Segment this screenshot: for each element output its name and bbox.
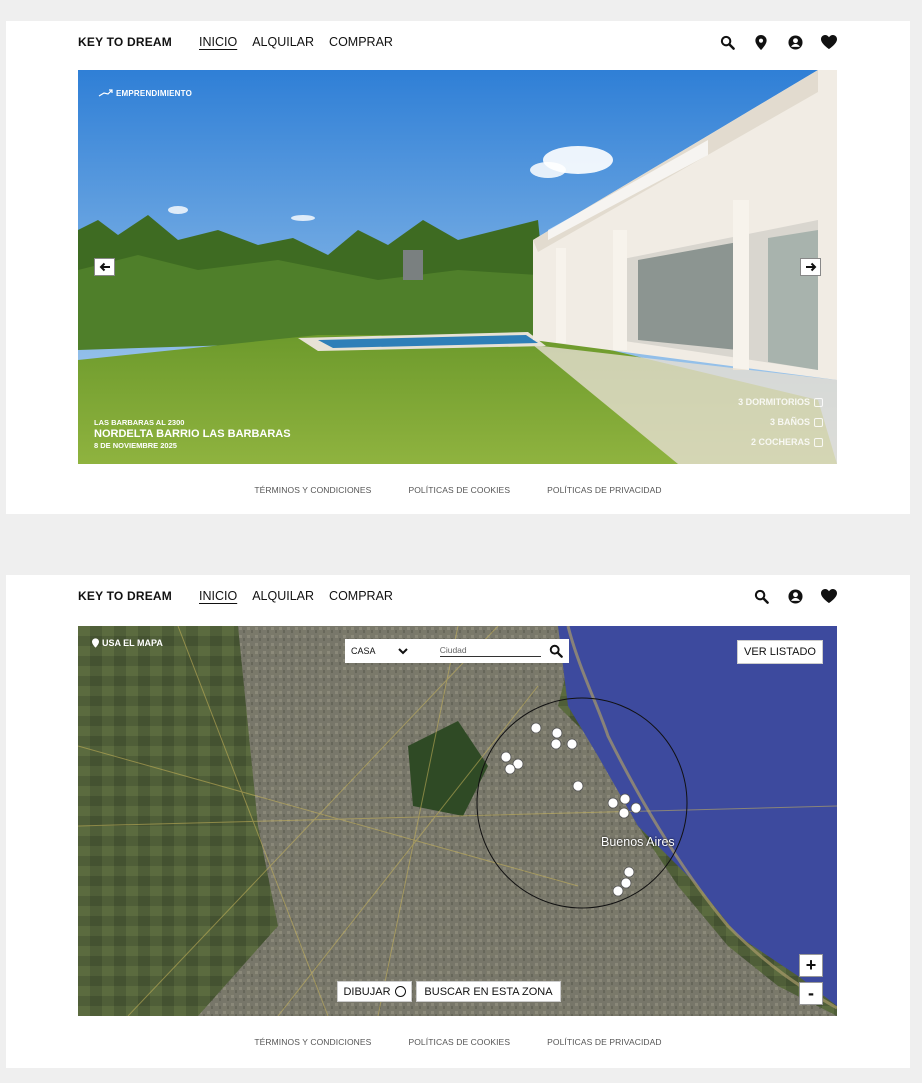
- user-icon[interactable]: [786, 587, 804, 605]
- terms-link[interactable]: TÉRMINOS Y CONDICIONES: [254, 1037, 371, 1047]
- prev-slide-button[interactable]: [94, 258, 115, 276]
- header-icons: [752, 587, 838, 605]
- arrow-left-icon: [99, 262, 110, 272]
- property-date: 8 DE NOVIEMBRE 2025: [94, 441, 177, 450]
- car-icon: [814, 437, 823, 447]
- location-pin-icon: [92, 638, 99, 648]
- property-photo: [78, 70, 837, 464]
- draw-button[interactable]: DIBUJAR: [337, 981, 412, 1002]
- search-icon[interactable]: [752, 587, 770, 605]
- nav-comprar[interactable]: COMPRAR: [329, 35, 393, 49]
- featured-property-slider[interactable]: EMPRENDIMIENTO LAS BARBARAS AL 2300 NORD…: [78, 70, 837, 464]
- heart-icon[interactable]: [820, 587, 838, 605]
- feature-garages: 2 COCHERAS: [738, 432, 823, 452]
- terms-link[interactable]: TÉRMINOS Y CONDICIONES: [254, 485, 371, 495]
- brand-logo[interactable]: KEY TO DREAM: [78, 35, 172, 49]
- search-zone-button[interactable]: BUSCAR EN ESTA ZONA: [416, 981, 561, 1002]
- home-screen-card: KEY TO DREAM INICIO ALQUILAR COMPRAR EMP…: [6, 21, 910, 514]
- arrow-up-right-icon: [98, 89, 113, 97]
- view-list-button[interactable]: VER LISTADO: [737, 640, 823, 664]
- user-icon[interactable]: [786, 33, 804, 51]
- feature-bedrooms: 3 DORMITORIOS: [738, 392, 823, 412]
- city-input[interactable]: Ciudad: [439, 645, 541, 657]
- cookies-link[interactable]: POLÍTICAS DE COOKIES: [408, 485, 510, 495]
- arrow-right-icon: [805, 262, 816, 272]
- property-info: LAS BARBARAS AL 2300 NORDELTA BARRIO LAS…: [94, 418, 291, 450]
- city-label: Buenos Aires: [601, 835, 675, 849]
- chevron-down-icon: [397, 647, 408, 654]
- nav-alquilar[interactable]: ALQUILAR: [252, 589, 314, 603]
- property-features: 3 DORMITORIOS 3 BAÑOS 2 COCHERAS: [738, 392, 823, 452]
- footer-links: TÉRMINOS Y CONDICIONES POLÍTICAS DE COOK…: [6, 485, 910, 495]
- bath-icon: [814, 417, 823, 427]
- nav-comprar[interactable]: COMPRAR: [329, 589, 393, 603]
- project-tag: EMPRENDIMIENTO: [98, 88, 192, 98]
- footer-links: TÉRMINOS Y CONDICIONES POLÍTICAS DE COOK…: [6, 1037, 910, 1047]
- property-type-select[interactable]: CASA: [351, 646, 428, 656]
- search-icon[interactable]: [718, 33, 736, 51]
- heart-icon[interactable]: [820, 33, 838, 51]
- privacy-link[interactable]: POLÍTICAS DE PRIVACIDAD: [547, 1037, 662, 1047]
- main-nav: INICIO ALQUILAR COMPRAR: [199, 35, 393, 49]
- feature-bathrooms: 3 BAÑOS: [738, 412, 823, 432]
- main-nav: INICIO ALQUILAR COMPRAR: [199, 589, 393, 603]
- property-map[interactable]: USA EL MAPA CASA Ciudad VER LISTADO Buen…: [78, 626, 837, 1016]
- circle-icon: [394, 986, 406, 997]
- satellite-map[interactable]: [78, 626, 837, 1016]
- location-pin-icon[interactable]: [752, 33, 770, 51]
- next-slide-button[interactable]: [800, 258, 821, 276]
- brand-logo[interactable]: KEY TO DREAM: [78, 589, 172, 603]
- search-icon[interactable]: [549, 644, 563, 658]
- property-title[interactable]: NORDELTA BARRIO LAS BARBARAS: [94, 428, 291, 440]
- cookies-link[interactable]: POLÍTICAS DE COOKIES: [408, 1037, 510, 1047]
- nav-alquilar[interactable]: ALQUILAR: [252, 35, 314, 49]
- header-icons: [718, 33, 838, 51]
- zoom-out-button[interactable]: -: [799, 982, 823, 1005]
- property-address: LAS BARBARAS AL 2300: [94, 418, 185, 427]
- nav-inicio[interactable]: INICIO: [199, 35, 237, 49]
- zoom-in-button[interactable]: +: [799, 954, 823, 977]
- map-screen-card: KEY TO DREAM INICIO ALQUILAR COMPRAR USA…: [6, 575, 910, 1068]
- privacy-link[interactable]: POLÍTICAS DE PRIVACIDAD: [547, 485, 662, 495]
- bed-icon: [814, 397, 823, 407]
- nav-inicio[interactable]: INICIO: [199, 589, 237, 603]
- use-map-toggle[interactable]: USA EL MAPA: [92, 638, 163, 648]
- map-search-bar: CASA Ciudad: [345, 639, 569, 663]
